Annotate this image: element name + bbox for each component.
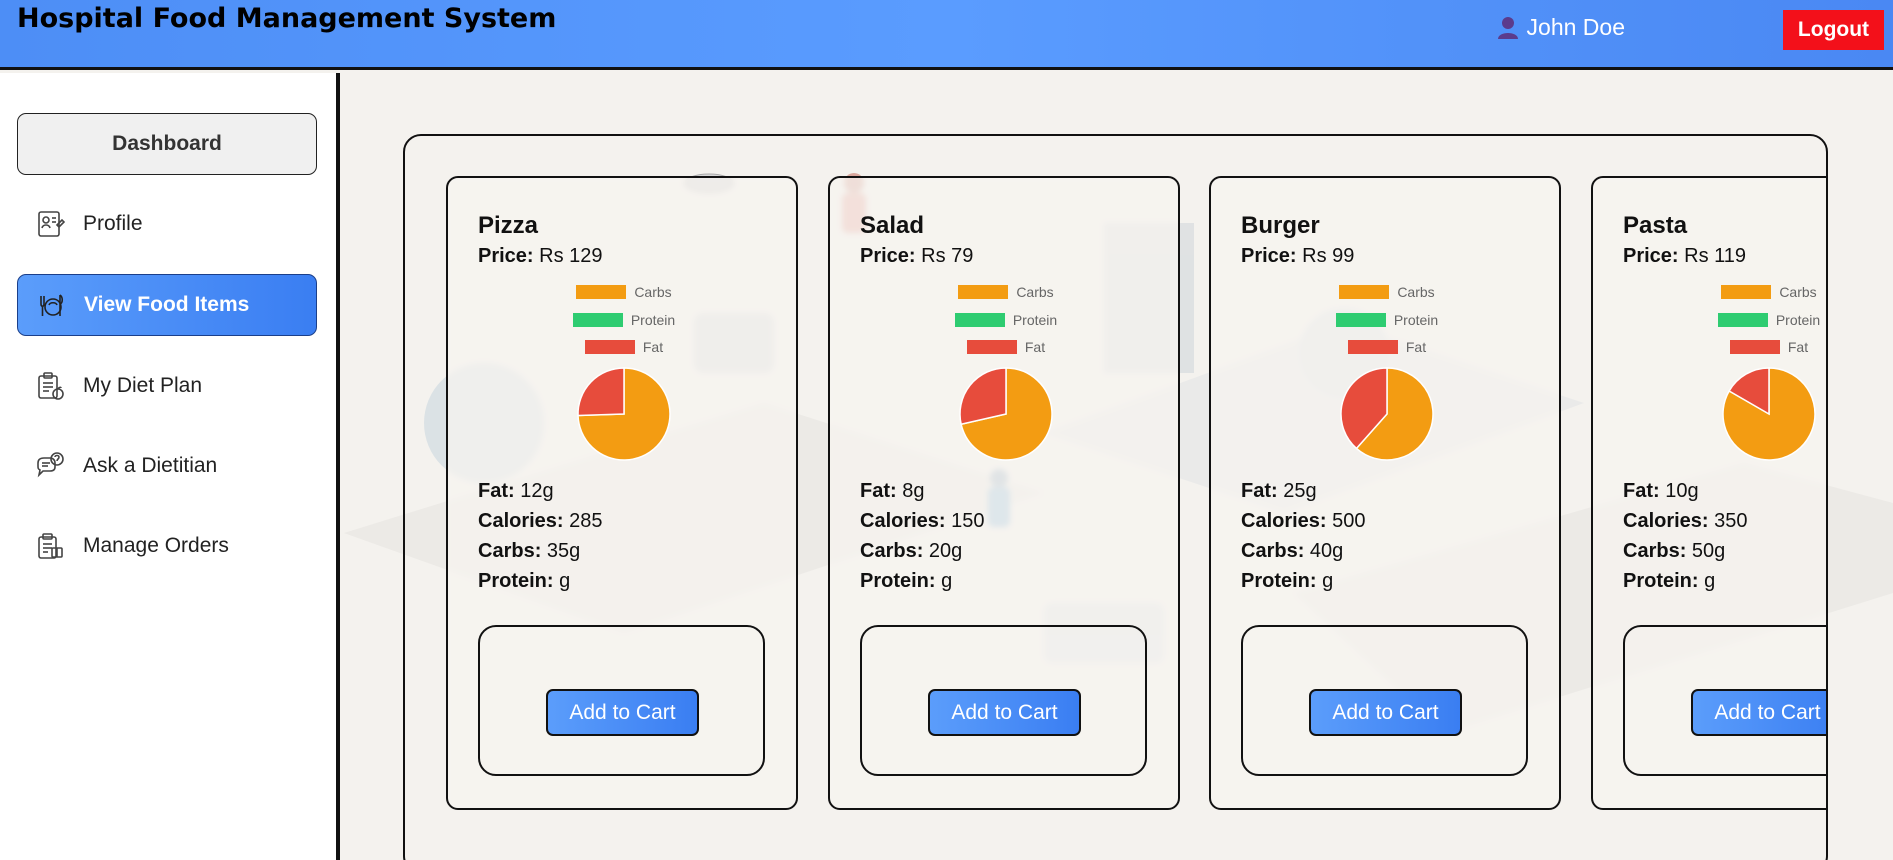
sidebar-item-manage-orders[interactable]: Manage Orders [17, 515, 317, 577]
food-price: Price: Rs 119 [1623, 245, 1747, 267]
legend-item-protein[interactable]: Protein [448, 312, 800, 328]
cart-container: Add to Cart [860, 625, 1147, 776]
sidebar-item-my-diet-plan[interactable]: My Diet Plan [17, 355, 317, 417]
food-name: Pizza [478, 212, 539, 239]
add-to-cart-button[interactable]: Add to Cart [1691, 689, 1826, 736]
food-card: Salad Price: Rs 79 Carbs Protein Fat Fat… [828, 176, 1180, 810]
sidebar: Dashboard Profile View Food Items My Die… [0, 73, 340, 860]
calories-value: Calories: 350 [1623, 510, 1748, 532]
sidebar-item-profile[interactable]: Profile [17, 193, 317, 255]
nutrition-pie-chart [577, 367, 671, 461]
main-content: Pizza Price: Rs 129 Carbs Protein Fat Fa… [344, 73, 1893, 860]
cart-container: Add to Cart [478, 625, 765, 776]
food-icon [40, 294, 64, 316]
carbs-value: Carbs: 20g [860, 540, 963, 562]
food-name: Burger [1241, 212, 1320, 239]
fat-value: Fat: 8g [860, 480, 925, 502]
legend-item-carbs[interactable]: Carbs [1593, 284, 1826, 300]
add-to-cart-button[interactable]: Add to Cart [546, 689, 699, 736]
add-to-cart-button[interactable]: Add to Cart [928, 689, 1081, 736]
orders-icon [38, 533, 63, 559]
pie-slice-fat[interactable] [577, 367, 625, 417]
nutrition-pie-chart [1340, 367, 1434, 461]
food-card: Pizza Price: Rs 129 Carbs Protein Fat Fa… [446, 176, 798, 810]
top-header: Hospital Food Management System John Doe… [0, 0, 1893, 70]
legend-item-fat[interactable]: Fat [830, 339, 1182, 355]
food-card: Burger Price: Rs 99 Carbs Protein Fat Fa… [1209, 176, 1561, 810]
protein-value: Protein: g [1241, 570, 1334, 592]
chat-icon [37, 452, 64, 478]
protein-value: Protein: g [1623, 570, 1716, 592]
sidebar-item-label: Dashboard [112, 132, 222, 155]
cart-container: Add to Cart [1623, 625, 1826, 776]
fat-value: Fat: 12g [478, 480, 554, 502]
legend-item-fat[interactable]: Fat [1211, 339, 1563, 355]
fat-value: Fat: 10g [1623, 480, 1699, 502]
legend-item-protein[interactable]: Protein [830, 312, 1182, 328]
legend-item-carbs[interactable]: Carbs [1211, 284, 1563, 300]
sidebar-item-view-food-items[interactable]: View Food Items [17, 274, 317, 336]
food-carousel[interactable]: Pizza Price: Rs 129 Carbs Protein Fat Fa… [403, 134, 1828, 860]
user-menu[interactable]: John Doe [1497, 14, 1625, 41]
legend-item-protein[interactable]: Protein [1593, 312, 1826, 328]
legend-item-protein[interactable]: Protein [1211, 312, 1563, 328]
carbs-value: Carbs: 50g [1623, 540, 1726, 562]
protein-value: Protein: g [860, 570, 953, 592]
pie-slice-fat[interactable] [959, 367, 1007, 426]
carbs-value: Carbs: 35g [478, 540, 581, 562]
user-name: John Doe [1526, 14, 1625, 40]
food-price: Price: Rs 79 [860, 245, 974, 267]
logout-button[interactable]: Logout [1783, 10, 1884, 50]
calories-value: Calories: 285 [478, 510, 603, 532]
user-icon [1497, 16, 1518, 39]
sidebar-item-label: View Food Items [84, 293, 250, 316]
food-name: Pasta [1623, 212, 1688, 239]
food-card: Pasta Price: Rs 119 Carbs Protein Fat Fa… [1591, 176, 1826, 810]
sidebar-item-dashboard[interactable]: Dashboard [17, 113, 317, 175]
profile-icon [38, 211, 65, 237]
legend-item-carbs[interactable]: Carbs [830, 284, 1182, 300]
carbs-value: Carbs: 40g [1241, 540, 1344, 562]
nutrition-pie-chart [1722, 367, 1816, 461]
food-price: Price: Rs 129 [478, 245, 603, 267]
sidebar-item-label: Profile [83, 212, 143, 235]
fat-value: Fat: 25g [1241, 480, 1317, 502]
sidebar-item-label: Ask a Dietitian [83, 454, 218, 477]
legend-item-carbs[interactable]: Carbs [448, 284, 800, 300]
food-name: Salad [860, 212, 925, 239]
protein-value: Protein: g [478, 570, 571, 592]
diet-plan-icon [38, 372, 64, 400]
cart-container: Add to Cart [1241, 625, 1528, 776]
calories-value: Calories: 150 [860, 510, 985, 532]
legend-item-fat[interactable]: Fat [1593, 339, 1826, 355]
nutrition-pie-chart [959, 367, 1053, 461]
food-price: Price: Rs 99 [1241, 245, 1355, 267]
calories-value: Calories: 500 [1241, 510, 1366, 532]
app-title: Hospital Food Management System [17, 3, 557, 34]
legend-item-fat[interactable]: Fat [448, 339, 800, 355]
add-to-cart-button[interactable]: Add to Cart [1309, 689, 1462, 736]
sidebar-item-label: Manage Orders [83, 534, 229, 557]
sidebar-item-label: My Diet Plan [83, 374, 203, 397]
sidebar-item-ask-a-dietitian[interactable]: Ask a Dietitian [17, 435, 317, 497]
